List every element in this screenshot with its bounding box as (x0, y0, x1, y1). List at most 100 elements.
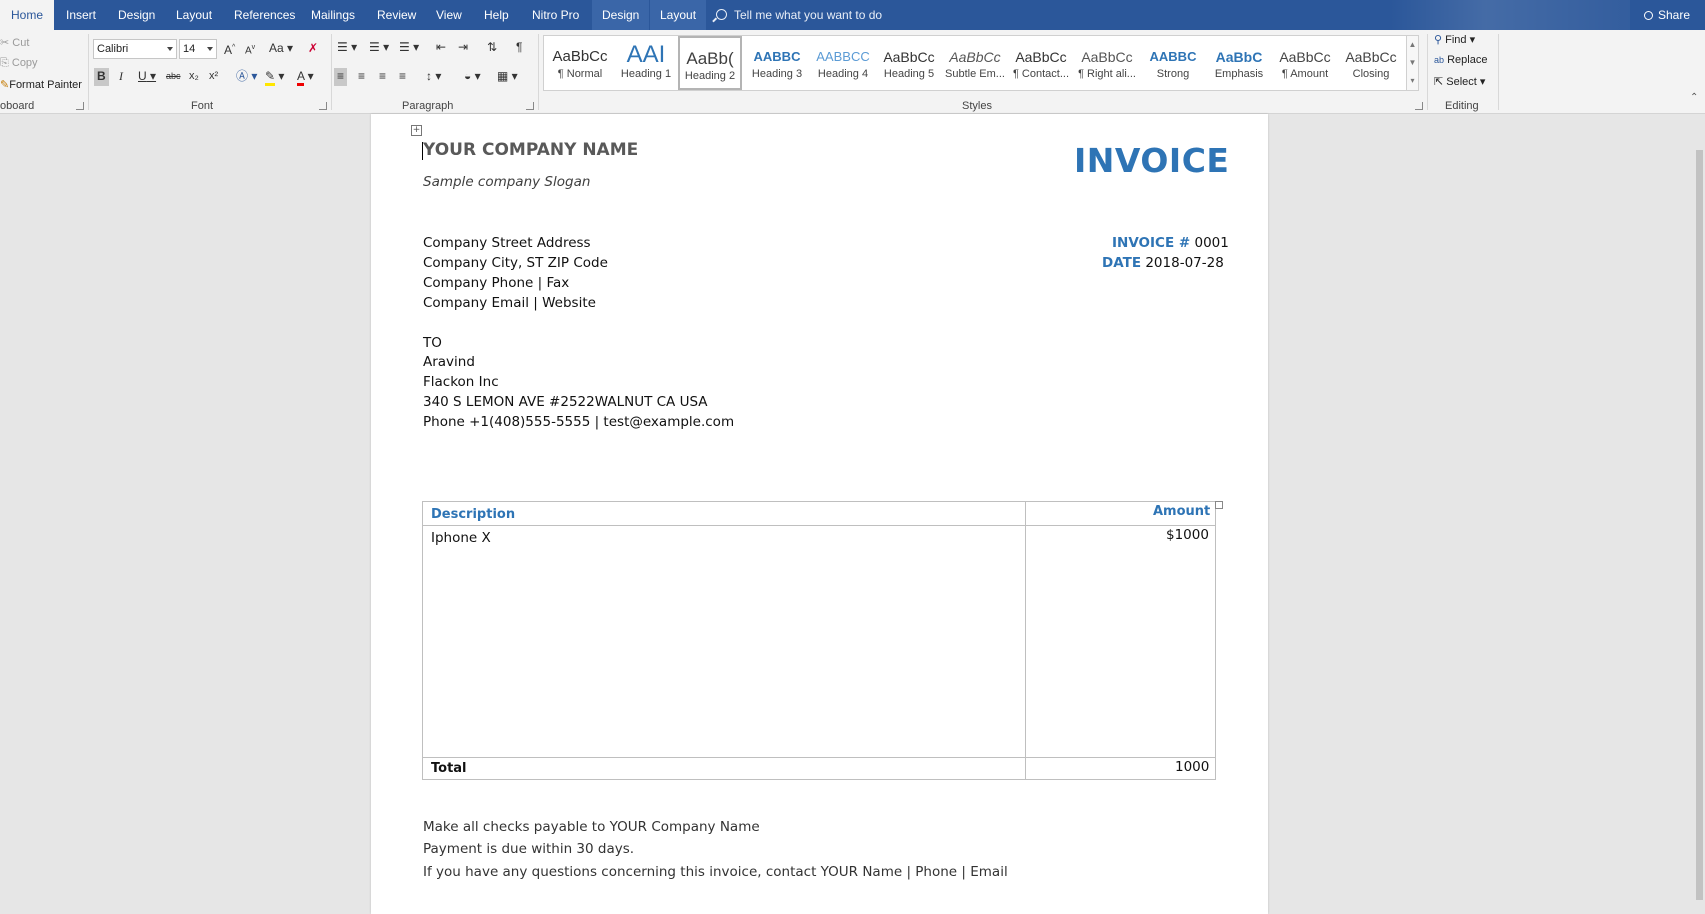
client-line[interactable]: Flackon Inc (423, 374, 499, 390)
tab-mailings[interactable]: Mailings (311, 0, 355, 30)
tab-table-design[interactable]: Design (592, 0, 650, 30)
style-preview: AaBbCc (552, 48, 608, 65)
invoice-date[interactable]: DATE 2018-07-28 (1102, 255, 1224, 271)
tab-insert[interactable]: Insert (66, 0, 96, 30)
table-move-handle-icon[interactable]: + (411, 125, 422, 136)
subscript-button[interactable]: x₂ (189, 68, 199, 86)
table-header-amount[interactable]: Amount (1153, 504, 1210, 519)
chevron-up-icon[interactable]: ▲ (1407, 36, 1418, 54)
multilevel-list-icon[interactable]: ☰ ▾ (399, 39, 419, 57)
styles-gallery-scroll[interactable]: ▲ ▼ ▾ (1406, 35, 1419, 91)
client-line[interactable]: 340 S LEMON AVE #2522WALNUT CA USA (423, 394, 708, 410)
styles-launcher-icon[interactable] (1415, 102, 1423, 110)
align-left-icon[interactable]: ≡ (334, 68, 348, 86)
grow-font-button[interactable]: A^ (224, 40, 235, 58)
font-size-dropdown[interactable]: 14 (179, 39, 217, 59)
sort-icon[interactable]: ⇅ (487, 39, 497, 57)
format-painter-button[interactable]: ✎Format Painter (0, 78, 82, 91)
text-effects-icon[interactable]: Ⓐ ▾ (236, 68, 257, 86)
clear-formatting-icon[interactable]: ✗ (308, 40, 318, 58)
paragraph-launcher-icon[interactable] (526, 102, 534, 110)
client-line[interactable]: Phone +1(408)555-5555 | test@example.com (423, 414, 734, 430)
align-right-icon[interactable]: ≡ (379, 68, 386, 86)
company-slogan[interactable]: Sample company Slogan (423, 174, 590, 190)
justify-icon[interactable]: ≡ (399, 68, 406, 86)
style-heading-5[interactable]: AaBbCc Heading 5 (877, 38, 941, 88)
paragraph-group-label: Paragraph (402, 100, 454, 112)
borders-icon[interactable]: ▦ ▾ (497, 68, 518, 86)
shading-icon[interactable]: ◒ ▾ (464, 68, 481, 86)
style-heading-4[interactable]: AABBCC Heading 4 (811, 38, 875, 88)
table-resize-handle-icon[interactable] (1215, 501, 1223, 509)
style-heading-2[interactable]: AaBb(Heading 2 (678, 36, 742, 90)
payment-note[interactable]: Payment is due within 30 days. (423, 841, 634, 857)
style-closing[interactable]: AaBbCc Closing (1339, 38, 1403, 88)
table-header-description[interactable]: Description (431, 507, 515, 522)
table-cell-amount[interactable]: $1000 (1166, 527, 1209, 543)
tab-home[interactable]: Home (0, 0, 55, 30)
bold-button[interactable]: B (94, 68, 109, 86)
table-total-label[interactable]: Total (431, 761, 467, 776)
share-button[interactable]: Share (1644, 0, 1690, 30)
clipboard-launcher-icon[interactable] (76, 102, 84, 110)
find-button[interactable]: ⚲ Find ▾ (1434, 33, 1475, 46)
table-total-value[interactable]: 1000 (1175, 759, 1209, 775)
style-right-align[interactable]: AaBbCc ¶ Right ali... (1075, 38, 1139, 88)
tab-design[interactable]: Design (118, 0, 155, 30)
company-address-line[interactable]: Company City, ST ZIP Code (423, 255, 608, 271)
company-address-line[interactable]: Company Street Address (423, 235, 591, 251)
align-center-icon[interactable]: ≡ (358, 68, 365, 86)
company-name[interactable]: YOUR COMPANY NAME (423, 140, 638, 160)
style-contact[interactable]: AaBbCc ¶ Contact... (1009, 38, 1073, 88)
style-amount[interactable]: AaBbCc ¶ Amount (1273, 38, 1337, 88)
copy-button[interactable]: ⎘ Copy (0, 57, 38, 70)
more-styles-icon[interactable]: ▾ (1407, 72, 1418, 90)
underline-button[interactable]: U ▾ (138, 68, 156, 86)
cut-button[interactable]: ✂ Cut (0, 36, 29, 49)
style-strong[interactable]: AABBC Strong (1141, 38, 1205, 88)
decrease-indent-icon[interactable]: ⇤ (436, 39, 446, 57)
company-address-line[interactable]: Company Phone | Fax (423, 275, 569, 291)
change-case-button[interactable]: Aa ▾ (269, 40, 293, 58)
show-marks-icon[interactable]: ¶ (516, 39, 522, 57)
vertical-scrollbar[interactable] (1694, 114, 1705, 903)
tab-review[interactable]: Review (377, 0, 416, 30)
bullets-icon[interactable]: ☰ ▾ (337, 39, 357, 57)
payment-note[interactable]: Make all checks payable to YOUR Company … (423, 819, 760, 835)
style-emphasis[interactable]: AaBbC Emphasis (1207, 38, 1271, 88)
payment-note[interactable]: If you have any questions concerning thi… (423, 864, 1008, 880)
tell-me-box[interactable]: Tell me what you want to do (716, 0, 882, 30)
replace-button[interactable]: ab Replace (1434, 54, 1487, 66)
tab-view[interactable]: View (436, 0, 462, 30)
to-label[interactable]: TO (423, 335, 442, 351)
shrink-font-button[interactable]: Av (245, 40, 255, 58)
strikethrough-button[interactable]: abc (166, 68, 181, 86)
font-family-dropdown[interactable]: Calibri (93, 39, 177, 59)
company-address-line[interactable]: Company Email | Website (423, 295, 596, 311)
tab-layout[interactable]: Layout (176, 0, 212, 30)
italic-button[interactable]: I (119, 68, 123, 86)
line-spacing-icon[interactable]: ↕ ▾ (426, 68, 441, 86)
chevron-down-icon[interactable]: ▼ (1407, 54, 1418, 72)
client-line[interactable]: Aravind (423, 354, 475, 370)
tab-help[interactable]: Help (484, 0, 509, 30)
increase-indent-icon[interactable]: ⇥ (458, 39, 468, 57)
tab-table-layout[interactable]: Layout (650, 0, 707, 30)
scrollbar-thumb[interactable] (1696, 150, 1703, 900)
invoice-title[interactable]: INVOICE (1074, 141, 1229, 180)
style-heading-3[interactable]: AABBC Heading 3 (745, 38, 809, 88)
tab-nitro-pro[interactable]: Nitro Pro (532, 0, 579, 30)
invoice-number[interactable]: INVOICE # 0001 (1112, 235, 1229, 251)
select-button[interactable]: ⇱ Select ▾ (1434, 75, 1485, 88)
numbering-icon[interactable]: ☰ ▾ (369, 39, 389, 57)
highlight-color-icon[interactable]: ✎ ▾ (265, 68, 284, 86)
style-normal[interactable]: AaBbCc ¶ Normal (548, 38, 612, 88)
tab-references[interactable]: References (234, 0, 295, 30)
superscript-button[interactable]: x² (209, 68, 218, 86)
font-launcher-icon[interactable] (319, 102, 327, 110)
font-color-icon[interactable]: A ▾ (297, 68, 314, 86)
table-cell-description[interactable]: Iphone X (431, 530, 491, 546)
collapse-ribbon-icon[interactable]: ⌃ (1690, 92, 1698, 103)
style-subtle-emphasis[interactable]: AaBbCc Subtle Em... (943, 38, 1007, 88)
style-heading-1[interactable]: AAI Heading 1 (614, 38, 678, 88)
